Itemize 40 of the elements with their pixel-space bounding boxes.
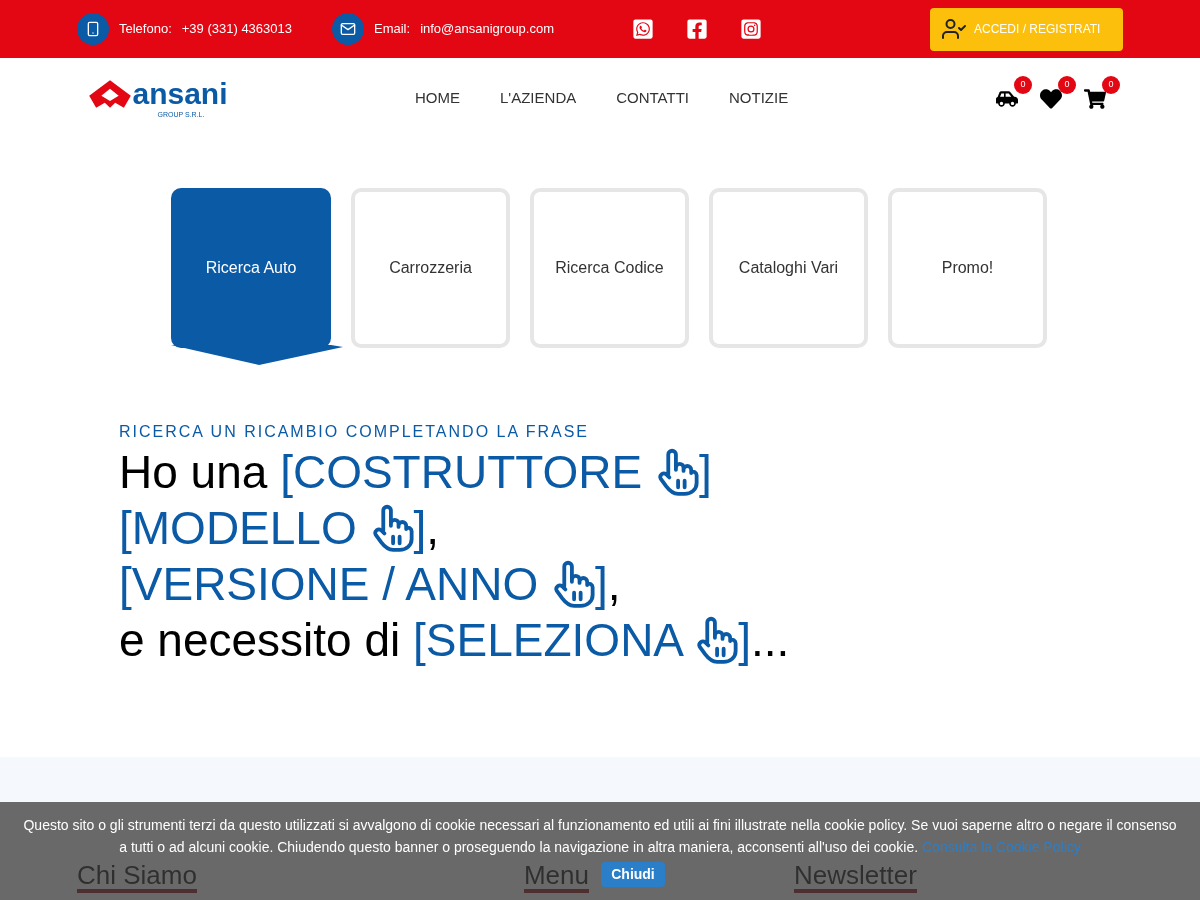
nav-link[interactable]: NOTIZIE [729,86,789,110]
pointing-hand-icon [551,560,595,608]
selector-link[interactable]: [VERSIONE / ANNO ] [119,556,608,612]
cart-icon[interactable] [1084,88,1106,110]
search-kicker: RICERCA UN RICAMBIO COMPLETANDO LA FRASE [119,422,590,442]
email-label: Email: [374,20,411,39]
whatsapp-icon[interactable] [632,18,654,40]
cookie-text: Questo sito o gli strumenti terzi da questo utilizzati si avvalgono di cookie necessari al funzionamento ed utili ai fini illustrate nella cookie policy. Se vuoi saperne altro o negare il consenso a tutti o ad alcuni cookie. Chiudendo questo banner o proseguendo la navigazione in altra maniera, acconsenti all'uso dei cookie. Consulta la Cookie Policy [22,816,1178,857]
car-icon[interactable] [996,88,1018,110]
selector-link[interactable]: [SELEZIONA ] [413,612,752,668]
selector-link[interactable]: [MODELLO ] [119,500,427,556]
phone-label: Telefono: [119,20,172,39]
nav-link[interactable]: HOME [415,86,460,110]
count-badge: 0 [1102,76,1120,94]
sentence-text: ... [751,613,790,668]
category-tab[interactable]: Promo! [888,188,1047,348]
facebook-icon[interactable] [686,18,708,40]
sentence-text: , [607,557,621,612]
category-tab[interactable]: Ricerca Codice [530,188,689,348]
pointing-hand-icon [694,616,739,664]
category-tab[interactable]: Cataloghi Vari [709,188,868,348]
category-tab[interactable]: Carrozzeria [351,188,510,348]
nav-link[interactable]: CONTATTI [616,86,689,110]
email-address[interactable]: info@ansanigroup.com [420,19,554,39]
count-badge: 0 [1058,76,1076,94]
close-button[interactable]: Chiudi [601,862,665,887]
selector-link[interactable]: [COSTRUTTORE ] [280,444,712,500]
nav-link[interactable]: L'AZIENDA [500,86,577,110]
email-icon [332,13,364,45]
instagram-icon[interactable] [740,18,762,40]
sentence-text: , [426,501,440,556]
heart-icon[interactable] [1040,88,1062,110]
logo-text: ansani [132,78,228,109]
count-badge: 0 [1014,76,1032,94]
sentence-text: e necessito di [119,613,402,668]
phone-icon [77,13,109,45]
sentence-text: Ho una [119,445,269,500]
user-check-icon [942,17,966,41]
tab-pointer-icon [171,344,343,366]
phone-number: +39 (331) 4363013 [181,20,292,39]
